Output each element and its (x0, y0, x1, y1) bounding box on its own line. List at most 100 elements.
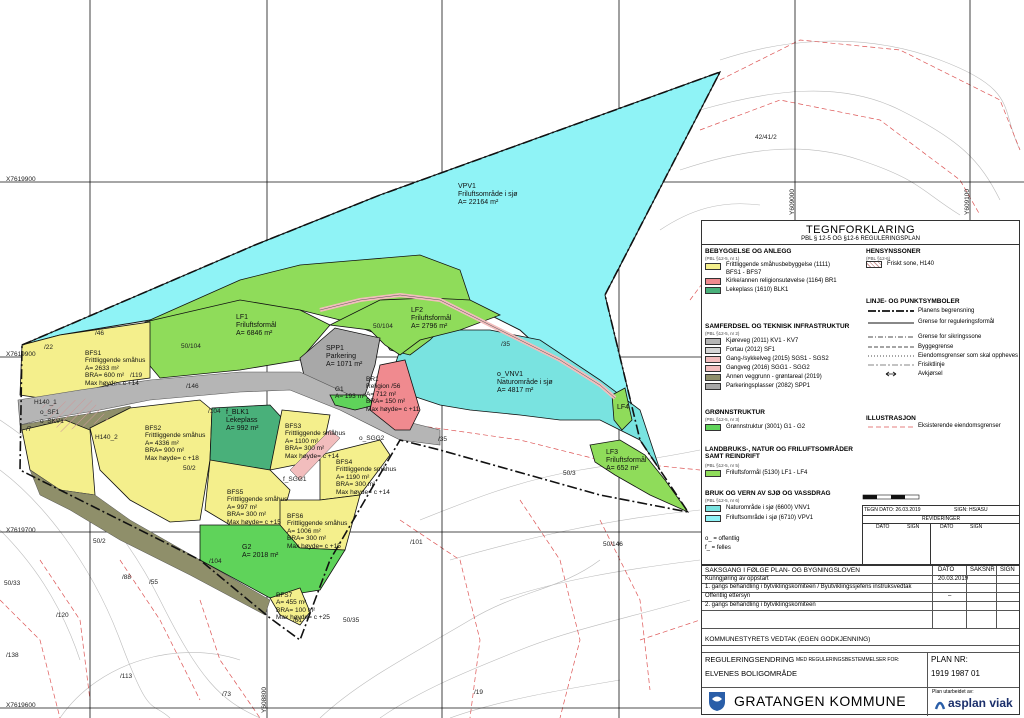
label-blk1: f_BLK1 Lekeplass A= 992 m² (226, 409, 259, 433)
legend-item-blk: Lekeplass (1610) BLK1 (726, 287, 789, 293)
line-symbols (868, 310, 914, 377)
label-skv1: o_SKV1 (40, 418, 64, 425)
label-vpv1: VPV1 Friluftsområde i sjø A= 22164 m² (458, 183, 518, 207)
label-bfs2: BFS2 Frittliggende småhus A= 4336 m² BRA… (145, 425, 206, 462)
label-lf3: LF3 Friluftsformål A= 652 m² (606, 449, 647, 473)
coord-y-1: Y608800 (261, 686, 268, 713)
label-sgg1: f_SGG1 (283, 476, 307, 483)
label-p101: /101 (410, 539, 423, 546)
legend-item-kv: Kjøreveg (2011) KV1 - KV7 (726, 338, 799, 344)
legend-item-spp: Parkeringsplasser (2082) SPP1 (726, 383, 811, 389)
label-spp1: SPP1 Parkering A= 1071 m² (326, 345, 363, 369)
legend-section-landbruk-sub: (PBL §12-5, nr 5) (705, 463, 740, 468)
rev-col-dato-2: DATO (940, 524, 954, 530)
legend-line-planbegrensning: Planens begrensning (918, 308, 975, 314)
label-p104b: /104 (209, 558, 222, 565)
legend-section-samferdsel: SAMFERDSEL OG TEKNISK INFRASTRUKTUR (705, 323, 850, 330)
rev-col-sign-1: SIGN (907, 524, 920, 530)
label-p50-2b: 50/2 (93, 538, 106, 545)
tegn-sign: SIGN: HS/ASU (954, 507, 988, 513)
label-gnr-42-41-2: 42/41/2 (755, 134, 777, 141)
label-g2: G2 A= 2018 m² (242, 544, 279, 560)
label-p35b: /35 (438, 436, 448, 443)
plan-name: ELVENES BOLIGOMRÅDE (705, 669, 797, 678)
swatch-vnv (705, 505, 721, 512)
label-sgg2: o_SGG2 (359, 435, 385, 442)
legend-item-veggrunn: Annen veggrunn - grøntareal (2019) (726, 374, 822, 380)
swatch-kv (705, 338, 721, 345)
asplan-viak-logo-icon (934, 701, 946, 710)
label-g1: G1 A= 193 m² (335, 386, 366, 401)
coord-y-2: Y609000 (789, 188, 796, 215)
gratangen-coat-of-arms-icon (709, 692, 725, 711)
legend-note-felles: f_ = felles (705, 545, 731, 551)
legend-item-eiendomsgrenser: Eksisterende eiendomsgrenser (918, 423, 1001, 429)
saksgang-row-3-dato: – (948, 593, 952, 599)
label-br1: BR1 Religion /56 A= 712 m² BRA= 150 m² M… (366, 376, 420, 413)
saksgang-row-1-dato: 20.03.2019 (938, 576, 969, 582)
plan-nr-label: PLAN NR: (931, 655, 968, 664)
legend-section-linje: LINJE- OG PUNKTSYMBOLER (866, 298, 960, 305)
label-vnv1: o_VNV1 Naturområde i sjø A= 4817 m² (497, 371, 553, 395)
legend-section-landbruk: LANDBRUKS-, NATUR OG FRILUFTSOMRÅDER SAM… (705, 446, 853, 460)
label-p50-3: 50/3 (563, 470, 576, 477)
legend-section-bebyggelse-sub: (PBL §12-5, nr 1) (705, 256, 740, 261)
legend-note-offentlig: o_ = offentlig (705, 536, 740, 542)
label-p19: /19 (474, 689, 484, 696)
swatch-sgs (705, 356, 721, 363)
rev-col-sign-2: SIGN (970, 524, 983, 530)
label-p73: /73 (222, 691, 232, 698)
label-p104: /104 (208, 408, 221, 415)
legend-title: TEGNFORKLARING (805, 224, 916, 236)
scale-bar (862, 494, 920, 500)
swatch-vpv (705, 515, 721, 522)
plan-type: REGULERINGSENDRING (705, 655, 795, 664)
legend-subtitle: PBL § 12-5 OG §12-6 REGULERINGSPLAN (702, 236, 1019, 245)
legend-item-lf: Friluftsformål (5130) LF1 - LF4 (726, 470, 808, 476)
legend-item-br: Kirke/annen religionsutøvelse (1164) BR1 (726, 278, 837, 284)
saksgang-row-2: 1. gangs behandling i bytviklingskomitee… (705, 584, 912, 590)
legend-item-vnv: Naturområde i sjø (6600) VNV1 (726, 505, 811, 511)
label-p146: /146 (186, 383, 199, 390)
label-sf1: o_SF1 (40, 409, 60, 416)
saksgang-row-3: Offentlig ettersyn (705, 593, 751, 599)
label-p138: /138 (6, 652, 19, 659)
label-p7: /7 (26, 426, 32, 433)
label-p55: /55 (149, 579, 159, 586)
legend-line-frisikt: Frisiktlinje (918, 362, 945, 368)
swatch-sf (705, 347, 721, 354)
label-bfs1: BFS1 Frittliggende småhus A= 2633 m² BRA… (85, 350, 146, 387)
legend-panel: TEGNFORKLARING PBL § 12-5 OG §12-6 REGUL… (701, 220, 1020, 565)
revisjoner-header: REVIDERINGER (922, 516, 961, 522)
legend-line-avkjorsel: Avkjørsel (918, 371, 943, 377)
label-bfs5: BFS5 Frittliggende småhus A= 997 m² BRA=… (227, 489, 288, 526)
plan-nr: 1919 1987 01 (931, 669, 980, 678)
label-p22: /22 (44, 344, 54, 351)
label-p119: /119 (130, 372, 143, 379)
legend-section-gron-sub: (PBL §12-5, nr 3) (705, 417, 740, 422)
legend-line-sikring: Grense for sikringssone (918, 334, 982, 340)
swatch-sgg (705, 365, 721, 372)
legend-section-hensyn: HENSYNSSONER (866, 248, 921, 255)
coord-x-3: X7619700 (6, 527, 36, 534)
label-p46: /46 (95, 330, 105, 337)
label-bfs4: BFS4 Frittliggende småhus A= 1190 m² BRA… (336, 459, 397, 496)
legend-line-oppheves: Eiendomsgrenser som skal oppheves (918, 353, 1019, 359)
label-bfs3: BFS3 Frittliggende småhus A= 1100 m² BRA… (285, 423, 346, 460)
swatch-h140 (866, 261, 882, 268)
legend-item-bfs-sub: BFS1 - BFS7 (726, 270, 762, 276)
legend-item-g: Grønnstruktur (3001) G1 - G2 (726, 424, 806, 430)
coord-y-3: Y609100 (964, 188, 971, 215)
saksgang-header: SAKSGANG I FØLGE PLAN- OG BYGNINGSLOVEN (705, 567, 860, 574)
kommune-name: GRATANGEN KOMMUNE (734, 693, 907, 709)
label-p35: /35 (501, 341, 511, 348)
label-p120: /120 (56, 612, 69, 619)
label-p113: /113 (120, 673, 133, 680)
coord-x-4: X7619600 (6, 702, 36, 709)
illustrasjon-symbol (868, 426, 914, 428)
label-p50-35: 50/35 (343, 617, 360, 624)
col-sign: SIGN (1000, 567, 1015, 573)
legend-item-sgg: Gangveg (2016) SGG1 - SGG2 (726, 365, 810, 371)
legend-section-bebyggelse: BEBYGGELSE OG ANLEGG (705, 248, 792, 255)
legend-item-vpv: Friluftsområde i sjø (6710) VPV1 (726, 515, 814, 521)
